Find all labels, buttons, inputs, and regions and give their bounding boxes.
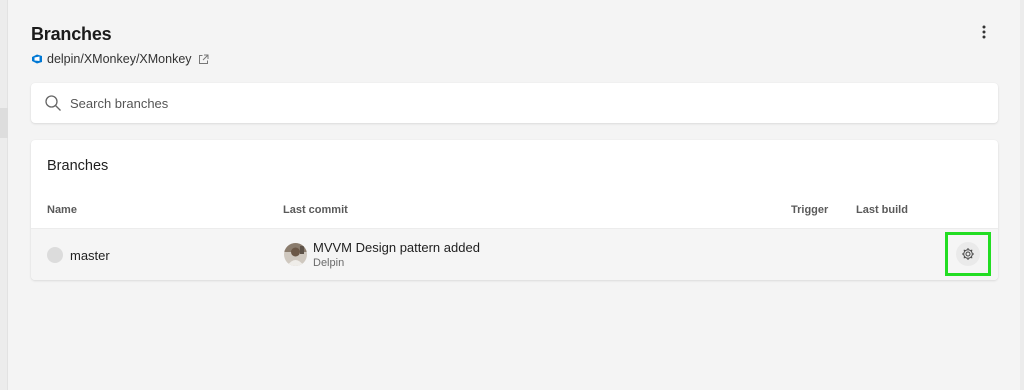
gear-icon: [956, 242, 980, 266]
table-row[interactable]: master MVVM Design pattern added Delpin: [31, 228, 998, 280]
search-icon: [44, 94, 62, 112]
column-header-last-build: Last build: [856, 204, 908, 216]
left-sidebar-edge: [0, 0, 8, 390]
sidebar-notch: [0, 108, 8, 138]
page-title: Branches: [31, 24, 112, 44]
column-header-trigger: Trigger: [791, 204, 829, 216]
avatar: [284, 243, 307, 266]
more-options-button[interactable]: [974, 24, 994, 44]
external-link-icon[interactable]: [198, 54, 209, 65]
branch-name[interactable]: master: [70, 248, 110, 263]
column-header-name: Name: [47, 204, 77, 216]
column-header-last-commit: Last commit: [283, 204, 348, 216]
azure-devops-icon: [31, 53, 43, 65]
branch-status-dot: [47, 247, 63, 263]
table-title: Branches: [47, 158, 109, 174]
commit-message[interactable]: MVVM Design pattern added: [313, 240, 480, 255]
commit-author: Delpin: [313, 257, 345, 269]
search-bar: [31, 83, 998, 123]
repo-path[interactable]: delpin/XMonkey/XMonkey: [47, 52, 192, 66]
right-edge: [1020, 0, 1024, 390]
more-vertical-icon: [982, 25, 986, 44]
search-input[interactable]: [70, 91, 950, 115]
branch-settings-button[interactable]: [945, 232, 991, 276]
page-header: Branches delpin/XMonkey/XMonkey: [31, 24, 209, 66]
branches-table-card: Branches Name Last commit Trigger Last b…: [31, 140, 998, 280]
repo-link[interactable]: delpin/XMonkey/XMonkey: [31, 52, 209, 66]
